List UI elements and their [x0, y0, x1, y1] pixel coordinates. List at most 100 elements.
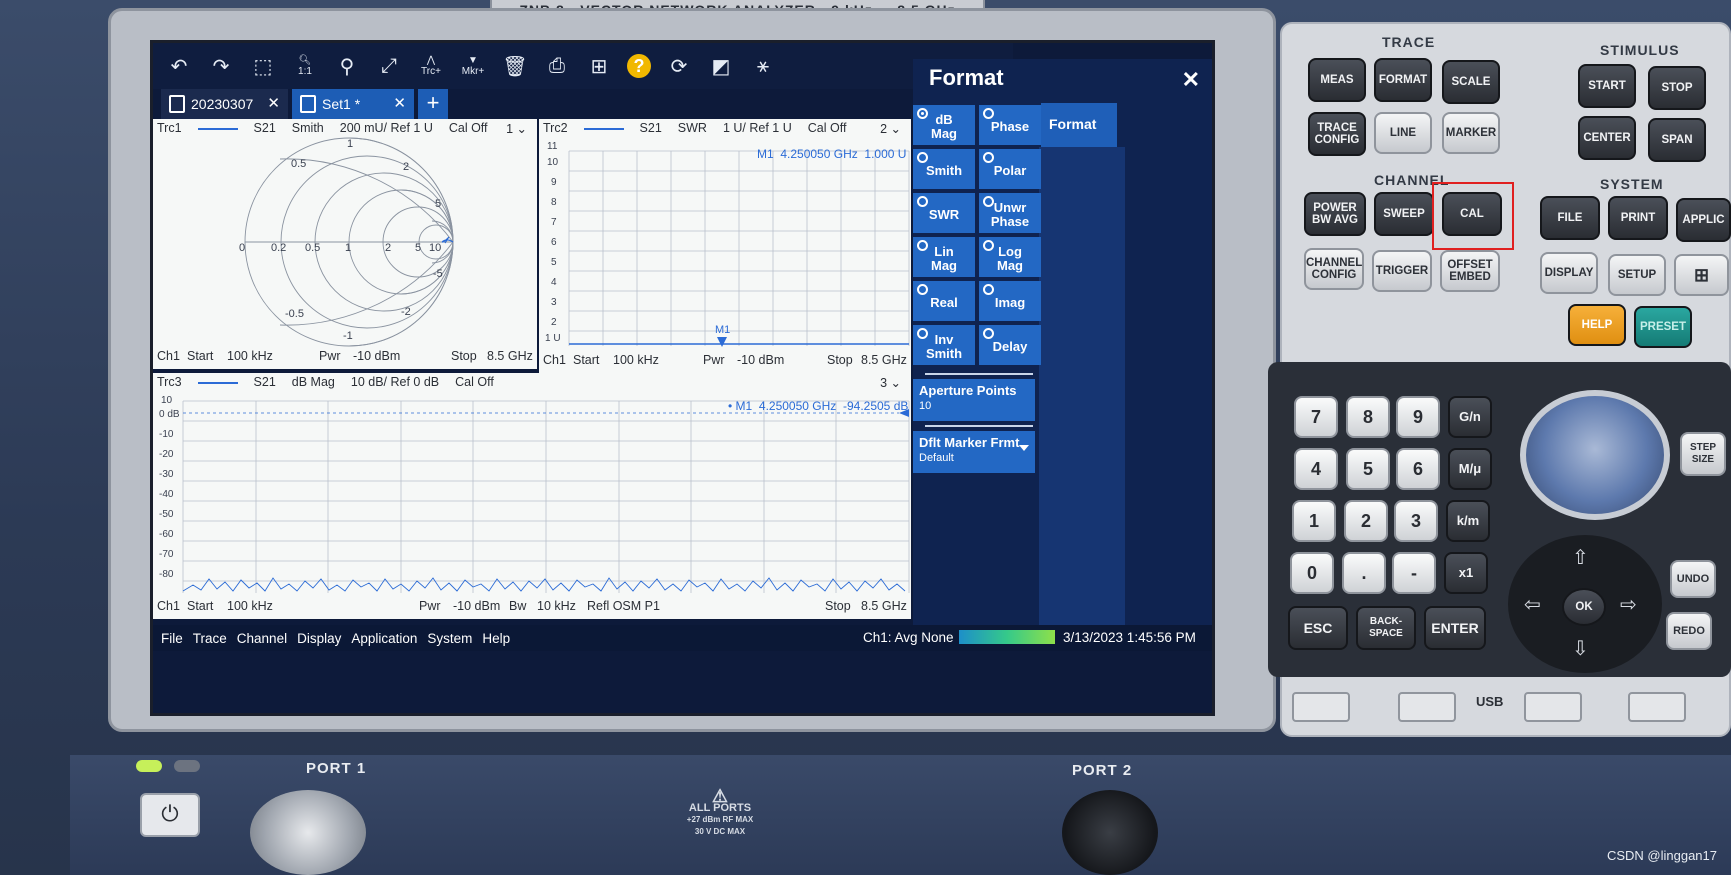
format-lin-mag-button[interactable]: Lin Mag — [913, 237, 975, 277]
add-trace-icon[interactable]: ⋀ Trc+ — [417, 52, 445, 80]
format-polar-button[interactable]: Polar — [979, 149, 1041, 189]
trace-config-key[interactable]: TRACE CONFIG — [1308, 112, 1366, 156]
format-imag-button[interactable]: Imag — [979, 281, 1041, 321]
diagram-number[interactable]: 3 ⌄ — [880, 375, 901, 390]
key-6[interactable]: 6 — [1396, 448, 1440, 490]
enter-key[interactable]: ENTER — [1424, 606, 1486, 650]
footer-stop[interactable]: 8.5 GHz — [861, 353, 907, 367]
key-9[interactable]: 9 — [1396, 396, 1440, 438]
display-icon[interactable]: ◩ — [707, 52, 735, 80]
menu-trace[interactable]: Trace — [193, 631, 227, 646]
footer-pwr[interactable]: -10 dBm — [353, 349, 400, 363]
key-1[interactable]: 1 — [1292, 500, 1336, 542]
undo-icon[interactable]: ↶ — [165, 52, 193, 80]
footer-bw[interactable]: 10 kHz — [537, 599, 576, 613]
diagram-smith[interactable]: Trc1 S21 Smith 200 mU/ Ref 1 U Cal Off 1 ⌄ — [153, 119, 537, 369]
diagram-number[interactable]: 1 ⌄ — [506, 121, 527, 136]
key-minus[interactable]: - — [1392, 552, 1436, 594]
footer-pwr[interactable]: -10 dBm — [453, 599, 500, 613]
menu-system[interactable]: System — [427, 631, 472, 646]
key-x1[interactable]: x1 — [1444, 552, 1488, 594]
trace-name[interactable]: Trc2 — [543, 121, 568, 135]
center-key[interactable]: CENTER — [1578, 116, 1636, 160]
add-marker-icon[interactable]: ▼ Mkr+ — [459, 52, 487, 80]
backspace-key[interactable]: BACK-SPACE — [1356, 606, 1416, 650]
close-icon[interactable]: ✕ — [1182, 67, 1200, 93]
stop-key[interactable]: STOP — [1648, 66, 1706, 110]
aperture-points-field[interactable]: Aperture Points 10 — [913, 379, 1035, 421]
arrow-up-icon[interactable]: ⇧ — [1572, 545, 1589, 570]
key-decimal[interactable]: . — [1342, 552, 1386, 594]
rotary-knob[interactable] — [1520, 390, 1670, 520]
key-m-mu[interactable]: M/μ — [1448, 448, 1492, 490]
key-2[interactable]: 2 — [1344, 500, 1388, 542]
step-size-key[interactable]: STEP SIZE — [1680, 432, 1726, 476]
side-tab-format[interactable]: Format — [1041, 103, 1117, 147]
refresh-icon[interactable]: ⟳ — [665, 52, 693, 80]
key-5[interactable]: 5 — [1346, 448, 1390, 490]
menu-application[interactable]: Application — [351, 631, 417, 646]
menu-channel[interactable]: Channel — [237, 631, 287, 646]
key-8[interactable]: 8 — [1346, 396, 1390, 438]
applic-key[interactable]: APPLIC — [1676, 198, 1731, 242]
marker-readout[interactable]: • M1 4.250050 GHz -94.2505 dB — [728, 399, 908, 413]
format-unwr-phase-button[interactable]: Unwr Phase — [979, 193, 1041, 233]
undo-key[interactable]: UNDO — [1670, 560, 1716, 598]
trace-name[interactable]: Trc1 — [157, 121, 182, 135]
tab-20230307[interactable]: 20230307 ✕ — [161, 89, 288, 119]
close-icon[interactable]: ✕ — [393, 94, 406, 112]
format-delay-button[interactable]: Delay — [979, 325, 1041, 365]
trigger-key[interactable]: TRIGGER — [1372, 250, 1432, 292]
add-tab-button[interactable]: + — [418, 89, 448, 119]
diagram-number[interactable]: 2 ⌄ — [880, 121, 901, 136]
key-g-n[interactable]: G/n — [1448, 396, 1492, 438]
menu-help[interactable]: Help — [482, 631, 510, 646]
footer-stop[interactable]: 8.5 GHz — [861, 599, 907, 613]
trace-name[interactable]: Trc3 — [157, 375, 182, 389]
file-key[interactable]: FILE — [1540, 196, 1600, 240]
tab-set1[interactable]: Set1 * ✕ — [292, 89, 414, 119]
diagram-db-mag[interactable]: Trc3 S21 dB Mag 10 dB/ Ref 0 dB Cal Off 3 ⌄ — [153, 373, 911, 619]
setup-key[interactable]: SETUP — [1608, 254, 1666, 296]
format-inv-smith-button[interactable]: Inv Smith — [913, 325, 975, 365]
power-button[interactable]: ⏻ — [140, 793, 200, 837]
redo-icon[interactable]: ↷ — [207, 52, 235, 80]
key-0[interactable]: 0 — [1290, 552, 1334, 594]
line-key[interactable]: LINE — [1374, 112, 1432, 154]
footer-stop[interactable]: 8.5 GHz — [487, 349, 533, 363]
esc-key[interactable]: ESC — [1288, 606, 1348, 650]
offset-embed-key[interactable]: OFFSET EMBED — [1440, 250, 1500, 292]
diagram-swr[interactable]: Trc2 S21 SWR 1 U/ Ref 1 U Cal Off 2 ⌄ 11 — [539, 119, 911, 373]
touch-icon[interactable]: ⚹ — [749, 52, 777, 80]
arrow-left-icon[interactable]: ⇦ — [1524, 592, 1541, 617]
span-key[interactable]: SPAN — [1648, 118, 1706, 162]
marker-key[interactable]: MARKER — [1442, 112, 1500, 154]
scale-key[interactable]: SCALE — [1442, 60, 1500, 104]
sweep-key[interactable]: SWEEP — [1374, 192, 1434, 236]
windows-icon[interactable]: ⊞ — [585, 52, 613, 80]
arrow-down-icon[interactable]: ⇩ — [1572, 636, 1589, 661]
fullscreen-icon[interactable]: ⤢ — [375, 52, 403, 80]
channel-status[interactable]: Ch1: Avg None — [863, 630, 954, 645]
key-4[interactable]: 4 — [1294, 448, 1338, 490]
help-icon[interactable]: ? — [627, 54, 651, 78]
delete-icon[interactable]: 🗑︎ — [501, 52, 529, 80]
zoom-area-icon[interactable]: ⬚ — [249, 52, 277, 80]
redo-key[interactable]: REDO — [1666, 612, 1712, 650]
footer-start[interactable]: 100 kHz — [613, 353, 659, 367]
format-phase-button[interactable]: Phase — [979, 105, 1041, 145]
close-icon[interactable]: ✕ — [267, 94, 280, 112]
zoom-1to1-icon[interactable]: 🔍︎ 1:1 — [291, 52, 319, 80]
preset-key[interactable]: PRESET — [1634, 306, 1692, 348]
marker-format-dropdown[interactable]: Dflt Marker Frmt Default — [913, 431, 1035, 473]
ok-key[interactable]: OK — [1562, 588, 1606, 626]
key-7[interactable]: 7 — [1294, 396, 1338, 438]
power-bw-avg-key[interactable]: POWER BW AVG — [1304, 192, 1366, 236]
format-real-button[interactable]: Real — [913, 281, 975, 321]
key-3[interactable]: 3 — [1394, 500, 1438, 542]
menu-display[interactable]: Display — [297, 631, 341, 646]
display-key[interactable]: DISPLAY — [1540, 252, 1598, 294]
print-icon[interactable]: ⎙ — [543, 52, 571, 80]
marker-readout[interactable]: M1 4.250050 GHz 1.000 U — [757, 147, 906, 161]
print-key[interactable]: PRINT — [1608, 196, 1668, 240]
